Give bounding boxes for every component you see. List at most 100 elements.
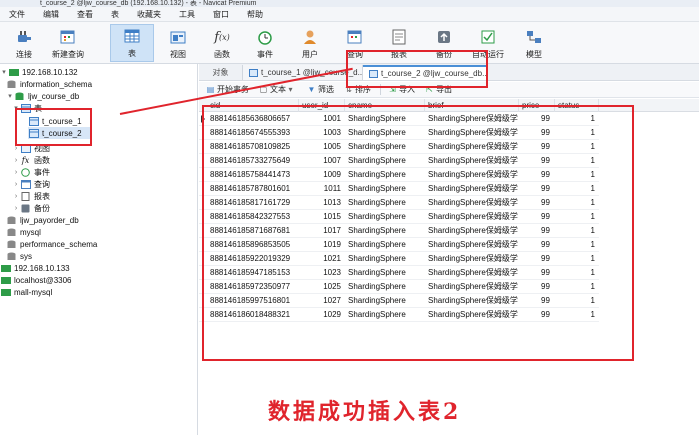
cell-user-id[interactable]: 1003 (299, 126, 345, 140)
tree-connection-mall-mysql[interactable]: mall-mysql (0, 286, 52, 298)
cell-price[interactable]: 99 (519, 294, 555, 308)
cell-user-id[interactable]: 1011 (299, 182, 345, 196)
tree-reports-folder[interactable]: › 报表 (12, 190, 50, 202)
cell-brief[interactable]: ShardingSphere保姆级学 (425, 238, 519, 252)
table-row[interactable]: 888146185842327553 1015 ShardingSphere Shar… (199, 210, 599, 224)
tree-tables-folder[interactable]: ▾ 表 (12, 102, 42, 114)
model-button[interactable]: 模型 (512, 24, 556, 62)
sort-button[interactable]: ⇅ 排序 (341, 84, 374, 95)
cell-cname[interactable]: ShardingSphere (345, 294, 425, 308)
cell-user-id[interactable]: 1027 (299, 294, 345, 308)
cell-cid[interactable]: 888146185997516801 (207, 294, 299, 308)
cell-brief[interactable]: ShardingSphere保姆级学 (425, 280, 519, 294)
cell-cid[interactable]: 888146185733275649 (207, 154, 299, 168)
cell-status[interactable]: 1 (555, 126, 599, 140)
tab-t-course-2[interactable]: t_course_2 @ljw_course_db... (363, 65, 487, 80)
cell-price[interactable]: 99 (519, 252, 555, 266)
view-button[interactable]: 视图 (156, 24, 200, 62)
cell-cid[interactable]: 888146186018488321 (207, 308, 299, 322)
cell-brief[interactable]: ShardingSphere保姆级学 (425, 252, 519, 266)
filter-button[interactable]: ▼ 筛选 (304, 84, 337, 95)
cell-status[interactable]: 1 (555, 280, 599, 294)
cell-cid[interactable]: 888146185708109825 (207, 140, 299, 154)
cell-status[interactable]: 1 (555, 168, 599, 182)
report-button[interactable]: 报表 (377, 24, 421, 62)
cell-user-id[interactable]: 1019 (299, 238, 345, 252)
tree-table-t-course-2[interactable]: t_course_2 (28, 127, 92, 139)
cell-cname[interactable]: ShardingSphere (345, 182, 425, 196)
cell-status[interactable]: 1 (555, 182, 599, 196)
cell-status[interactable]: 1 (555, 210, 599, 224)
cell-cid[interactable]: 888146185787801601 (207, 182, 299, 196)
table-row[interactable]: 888146185871687681 1017 ShardingSphere Shar… (199, 224, 599, 238)
cell-cid[interactable]: 888146185636806657 (207, 112, 299, 126)
cell-cid[interactable]: 888146185947185153 (207, 266, 299, 280)
cell-status[interactable]: 1 (555, 112, 599, 126)
cell-price[interactable]: 99 (519, 154, 555, 168)
new-query-button[interactable]: 新建查询 (46, 24, 90, 62)
begin-transaction-button[interactable]: ▤ 开始事务 (203, 84, 252, 95)
automation-button[interactable]: 自动运行 (466, 24, 510, 62)
cell-brief[interactable]: ShardingSphere保姆级学 (425, 182, 519, 196)
cell-price[interactable]: 99 (519, 266, 555, 280)
query-button[interactable]: 查询 (333, 24, 377, 62)
cell-cname[interactable]: ShardingSphere (345, 112, 425, 126)
tree-backups-folder[interactable]: › 备份 (12, 202, 50, 214)
cell-price[interactable]: 99 (519, 224, 555, 238)
cell-cid[interactable]: 888146185842327553 (207, 210, 299, 224)
cell-brief[interactable]: ShardingSphere保姆级学 (425, 308, 519, 322)
cell-status[interactable]: 1 (555, 266, 599, 280)
menu-file[interactable]: 文件 (0, 9, 34, 20)
table-row[interactable]: 888146185972350977 1025 ShardingSphere Shar… (199, 280, 599, 294)
table-row[interactable]: 888146185922019329 1021 ShardingSphere Shar… (199, 252, 599, 266)
tree-queries-folder[interactable]: › 查询 (12, 178, 50, 190)
tree-table-t-course-1[interactable]: t_course_1 (28, 115, 100, 127)
cell-cid[interactable]: 888146185896853505 (207, 238, 299, 252)
cell-brief[interactable]: ShardingSphere保姆级学 (425, 196, 519, 210)
cell-cid[interactable]: 888146185674555393 (207, 126, 299, 140)
cell-cname[interactable]: ShardingSphere (345, 308, 425, 322)
cell-status[interactable]: 1 (555, 308, 599, 322)
cell-cid[interactable]: 888146185922019329 (207, 252, 299, 266)
event-button[interactable]: 事件 (243, 24, 287, 62)
cell-status[interactable]: 1 (555, 140, 599, 154)
cell-price[interactable]: 99 (519, 196, 555, 210)
cell-price[interactable]: 99 (519, 126, 555, 140)
table-row[interactable]: 888146185787801601 1011 ShardingSphere Shar… (199, 182, 599, 196)
cell-cname[interactable]: ShardingSphere (345, 238, 425, 252)
cell-user-id[interactable]: 1017 (299, 224, 345, 238)
menu-view[interactable]: 查看 (68, 9, 102, 20)
cell-user-id[interactable]: 1029 (299, 308, 345, 322)
cell-brief[interactable]: ShardingSphere保姆级学 (425, 112, 519, 126)
cell-brief[interactable]: ShardingSphere保姆级学 (425, 210, 519, 224)
tree-db-information-schema[interactable]: information_schema (6, 78, 92, 90)
cell-cname[interactable]: ShardingSphere (345, 140, 425, 154)
tree-views-folder[interactable]: › 视图 (12, 142, 50, 154)
tree-connection-133[interactable]: 192.168.10.133 (0, 262, 70, 274)
table-row[interactable]: 888146185674555393 1003 ShardingSphere Shar… (199, 126, 599, 140)
tree-db-sys[interactable]: sys (6, 250, 32, 262)
cell-cname[interactable]: ShardingSphere (345, 266, 425, 280)
cell-user-id[interactable]: 1001 (299, 112, 345, 126)
connect-button[interactable]: 连接 (2, 24, 46, 62)
menu-tools[interactable]: 工具 (170, 9, 204, 20)
cell-cname[interactable]: ShardingSphere (345, 196, 425, 210)
backup-button[interactable]: 备份 (422, 24, 466, 62)
table-row[interactable]: 888146185947185153 1023 ShardingSphere Shar… (199, 266, 599, 280)
tree-db-ljw-course-db[interactable]: ▾ ljw_course_db (6, 90, 79, 102)
cell-price[interactable]: 99 (519, 168, 555, 182)
cell-price[interactable]: 99 (519, 140, 555, 154)
cell-user-id[interactable]: 1021 (299, 252, 345, 266)
cell-cid[interactable]: 888146185972350977 (207, 280, 299, 294)
menu-favorites[interactable]: 收藏夹 (128, 9, 170, 20)
cell-brief[interactable]: ShardingSphere保姆级学 (425, 126, 519, 140)
cell-price[interactable]: 99 (519, 112, 555, 126)
menu-edit[interactable]: 编辑 (34, 9, 68, 20)
tree-db-ljw-payorder-db[interactable]: ljw_payorder_db (6, 214, 79, 226)
cell-cname[interactable]: ShardingSphere (345, 280, 425, 294)
cell-cid[interactable]: 888146185758441473 (207, 168, 299, 182)
cell-status[interactable]: 1 (555, 196, 599, 210)
cell-cname[interactable]: ShardingSphere (345, 154, 425, 168)
table-row[interactable]: 888146185997516801 1027 ShardingSphere Shar… (199, 294, 599, 308)
table-row[interactable]: 888146185636806657 1001 ShardingSphere Shar… (199, 112, 599, 126)
